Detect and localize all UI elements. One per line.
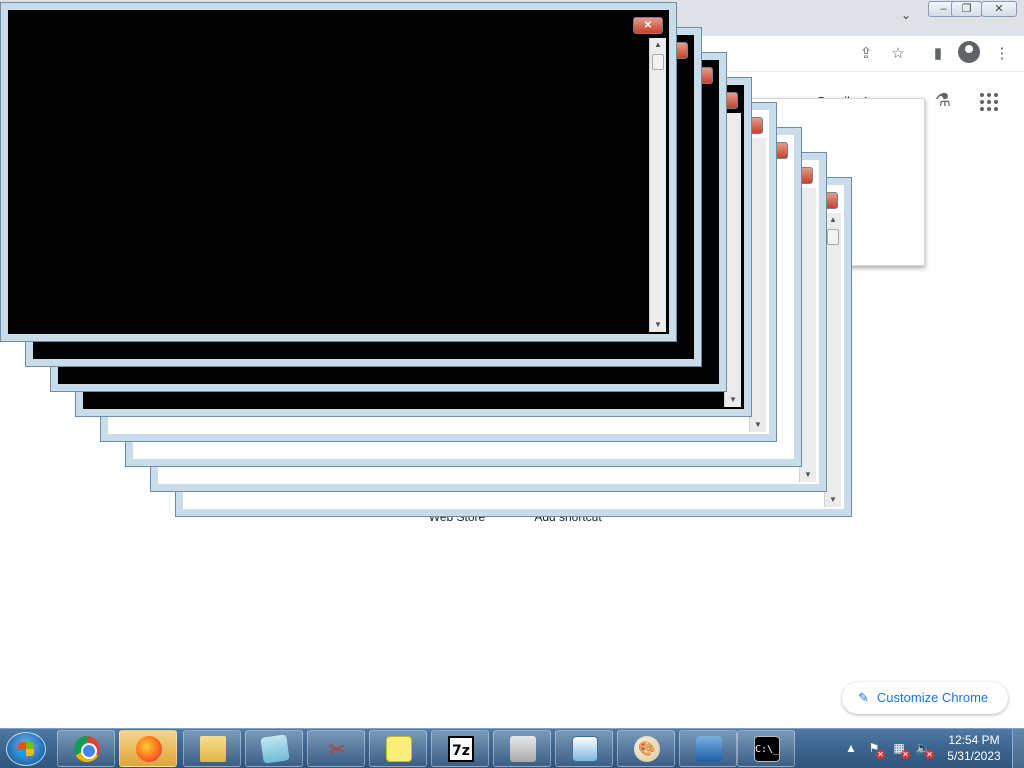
network-monitor-icon — [696, 736, 722, 762]
customize-chrome-button[interactable]: ✎ Customize Chrome — [842, 682, 1008, 714]
scroll-down-arrow[interactable]: ▼ — [725, 393, 741, 407]
scroll-down-arrow[interactable]: ▼ — [825, 493, 841, 507]
7zip-icon: 7z — [448, 736, 474, 762]
apps-grid-icon[interactable] — [980, 93, 1000, 113]
clock-time: 12:54 PM — [948, 733, 1000, 747]
taskbar-sticky-notes[interactable] — [369, 730, 427, 767]
share-icon[interactable]: ⇪ — [854, 43, 878, 65]
chrome-restore-button[interactable]: ❐ — [951, 1, 982, 17]
scroll-down-arrow[interactable]: ▼ — [800, 468, 816, 482]
sticky-note-icon — [386, 736, 412, 762]
star-icon[interactable]: ☆ — [886, 43, 910, 65]
scroll-down-arrow[interactable]: ▼ — [650, 318, 666, 332]
flask-icon[interactable]: ⚗ — [931, 90, 955, 114]
notepad-icon — [260, 734, 290, 764]
vertical-scrollbar[interactable]: ▲ ▼ — [649, 38, 666, 332]
show-hidden-icons-icon[interactable]: ▲ — [843, 740, 859, 756]
remote-desktop-icon — [572, 736, 598, 762]
taskbar-command-prompt[interactable]: C:\_ — [737, 730, 795, 767]
network-error-icon[interactable]: ▦ — [891, 740, 910, 759]
vertical-scrollbar[interactable]: ▲ ▼ — [824, 213, 841, 507]
taskbar-snipping-tool[interactable]: ✂ — [307, 730, 365, 767]
start-button[interactable] — [6, 732, 46, 766]
taskbar-explorer[interactable] — [183, 730, 241, 767]
cascade-window-1-command-prompt[interactable]: ▲ ▼ — [0, 2, 677, 342]
command-prompt-icon: C:\_ — [754, 736, 780, 762]
taskbar-7zip[interactable]: 7z — [431, 730, 489, 767]
taskbar-clock[interactable]: 12:54 PM 5/31/2023 — [940, 732, 1008, 764]
scroll-up-arrow[interactable]: ▲ — [825, 213, 841, 227]
vertical-scrollbar[interactable]: ▼ — [724, 113, 741, 407]
taskbar-printer[interactable] — [493, 730, 551, 767]
flag-error-icon[interactable]: ⚑ — [866, 740, 885, 759]
scroll-thumb[interactable] — [827, 229, 839, 245]
close-button[interactable] — [633, 17, 663, 34]
taskbar-paint[interactable]: 🎨 — [617, 730, 675, 767]
scroll-down-arrow[interactable]: ▼ — [750, 418, 766, 432]
customize-chrome-label: Customize Chrome — [876, 690, 989, 705]
show-desktop-button[interactable] — [1012, 729, 1024, 768]
taskbar-firefox[interactable] — [119, 730, 177, 767]
chrome-menu-icon[interactable]: ⋮ — [990, 43, 1014, 65]
chrome-close-button[interactable]: ✕ — [981, 1, 1017, 17]
scroll-up-arrow[interactable]: ▲ — [650, 38, 666, 52]
pencil-icon: ✎ — [858, 690, 869, 705]
taskbar-network[interactable] — [679, 730, 737, 767]
folder-icon — [200, 736, 226, 762]
profile-avatar-icon[interactable] — [958, 41, 980, 63]
tab-search-button[interactable]: ⌄ — [897, 6, 915, 24]
vertical-scrollbar[interactable]: ▼ — [749, 138, 766, 432]
firefox-icon — [136, 736, 162, 762]
paint-palette-icon: 🎨 — [634, 736, 660, 762]
scroll-thumb[interactable] — [652, 54, 664, 70]
clock-date: 5/31/2023 — [947, 749, 1001, 763]
volume-muted-icon[interactable]: 🔈 — [915, 740, 934, 759]
taskbar-chrome[interactable] — [57, 730, 115, 767]
taskbar-notepad[interactable] — [245, 730, 303, 767]
side-panel-icon[interactable]: ▮ — [926, 43, 950, 65]
chrome-icon — [74, 736, 100, 762]
scissors-icon: ✂ — [328, 737, 346, 761]
vertical-scrollbar[interactable]: ▼ — [799, 188, 816, 482]
taskbar-remote-desktop[interactable] — [555, 730, 613, 767]
printer-icon — [510, 736, 536, 762]
